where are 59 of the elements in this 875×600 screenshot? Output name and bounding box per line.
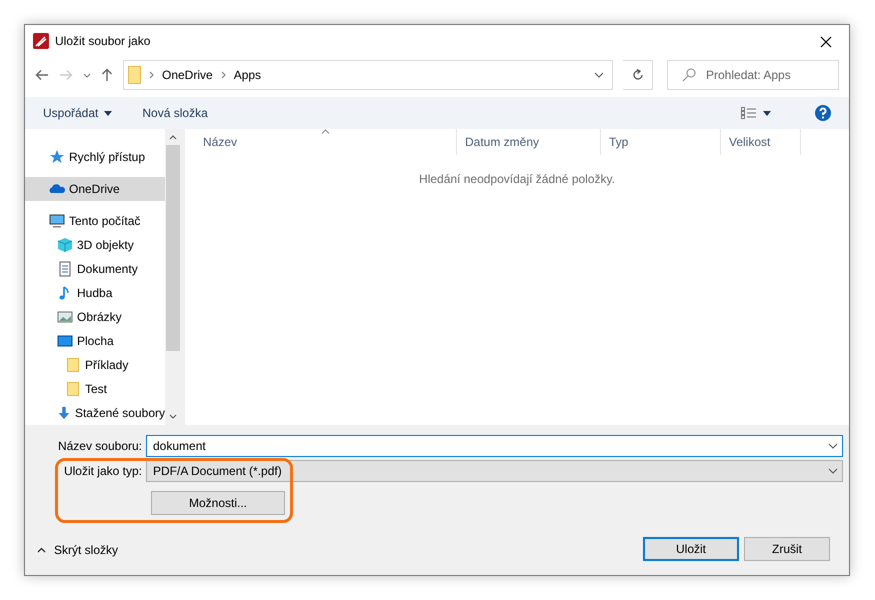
address-bar[interactable]: OneDrive Apps (123, 60, 613, 90)
search-icon (682, 68, 696, 82)
new-folder-button[interactable]: Nová složka (142, 104, 208, 122)
hide-folders-button[interactable]: Skrýt složky (37, 541, 118, 559)
options-button[interactable]: Možnosti... (151, 491, 285, 515)
window-title: Uložit soubor jako (55, 33, 150, 50)
sidebar-item[interactable]: OneDrive (25, 177, 165, 201)
app-icon (33, 33, 49, 49)
star-icon (49, 149, 65, 165)
column-header[interactable]: Datum změny (457, 129, 601, 155)
breadcrumb-item[interactable]: OneDrive (162, 66, 213, 84)
recent-dropdown-icon[interactable] (83, 72, 91, 78)
download-arrow-icon (57, 405, 71, 421)
breadcrumb-item[interactable]: Apps (234, 66, 262, 84)
caret-icon (104, 110, 112, 116)
sidebar-item[interactable]: Stažené soubory (25, 401, 165, 425)
sidebar-item[interactable]: Rychlý přístup (25, 145, 165, 169)
cancel-button[interactable]: Zrušit (744, 537, 830, 561)
search-field[interactable]: Prohledat: Apps (667, 60, 839, 90)
refresh-button[interactable] (623, 60, 653, 90)
sidebar-item[interactable]: Příklady (25, 353, 165, 377)
sidebar-item[interactable]: Plocha (25, 329, 165, 353)
sidebar-item[interactable]: Obrázky (25, 305, 165, 329)
chevron-right-icon[interactable] (220, 71, 226, 79)
file-type-dropdown[interactable]: PDF/A Document (*.pdf) (146, 460, 843, 482)
cube-icon (57, 237, 73, 253)
up-arrow-icon[interactable] (101, 68, 113, 82)
organize-button[interactable]: Uspořádat (43, 104, 112, 122)
dropdown-icon[interactable] (594, 72, 604, 78)
help-icon[interactable] (815, 105, 831, 121)
view-icon[interactable] (741, 107, 771, 119)
refresh-icon (632, 69, 644, 81)
column-header[interactable]: Velikost (721, 129, 801, 155)
document-icon (57, 261, 73, 277)
scrollbar[interactable] (165, 129, 181, 425)
column-header[interactable]: Název (185, 129, 457, 155)
close-icon (820, 36, 832, 48)
filename-field[interactable]: dokument (146, 435, 843, 457)
sidebar-item[interactable]: Hudba (25, 281, 165, 305)
field-label: Název souboru: (56, 438, 143, 455)
chevron-down-icon[interactable] (828, 468, 838, 474)
column-header[interactable]: Typ (601, 129, 721, 155)
chevron-down-icon[interactable] (828, 443, 838, 449)
folder-icon (65, 357, 81, 373)
field-label: Uložit jako typ: (62, 463, 143, 480)
save-button[interactable]: Uložit (643, 537, 739, 561)
folder-icon (65, 381, 81, 397)
back-arrow-icon[interactable] (35, 69, 49, 81)
image-icon (57, 309, 73, 325)
sidebar-item[interactable]: Tento počítač (25, 209, 165, 233)
folder-icon (128, 66, 141, 84)
sidebar-item[interactable]: Dokumenty (25, 257, 165, 281)
empty-message: Hledání neodpovídají žádné položky. (418, 171, 616, 188)
chevron-up-icon (37, 547, 46, 553)
desktop-icon (57, 333, 73, 349)
sidebar-item[interactable]: Test (25, 377, 165, 401)
monitor-icon (49, 213, 65, 229)
chevron-right-icon[interactable] (149, 71, 154, 79)
sidebar-item[interactable]: 3D objekty (25, 233, 165, 257)
